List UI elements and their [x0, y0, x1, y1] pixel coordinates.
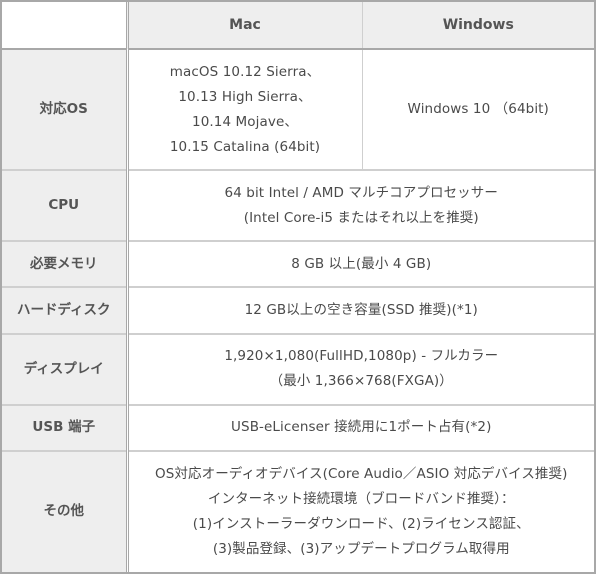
other-line: (3)製品登録、(3)アップデートプログラム取得用 [212, 540, 510, 557]
memory-value: 8 GB 以上(最小 4 GB) [127, 241, 594, 289]
harddisk-value: 12 GB以上の空き容量(SSD 推奨)(*1) [127, 287, 594, 335]
display-value: 1,920×1,080(FullHD,1080p) - フルカラー （最小 1,… [127, 333, 594, 406]
cpu-value: 64 bit Intel / AMD マルチコアプロセッサー (Intel Co… [127, 170, 594, 243]
row-label-os: 対応OS [2, 49, 129, 172]
os-mac-line: 10.13 High Sierra、 [178, 88, 312, 105]
usb-value: USB-eLicenser 接続用に1ポート占有(*2) [127, 404, 594, 452]
spec-grid: Mac Windows 対応OS macOS 10.12 Sierra、 10.… [2, 2, 594, 572]
header-windows: Windows [362, 2, 594, 50]
cpu-line: 64 bit Intel / AMD マルチコアプロセッサー [224, 184, 498, 201]
header-corner-cell [2, 2, 129, 50]
row-label-display: ディスプレイ [2, 333, 129, 406]
os-mac-value: macOS 10.12 Sierra、 10.13 High Sierra、 1… [127, 49, 363, 172]
header-row: Mac Windows [2, 2, 594, 50]
row-usb: USB 端子 USB-eLicenser 接続用に1ポート占有(*2) [2, 404, 594, 452]
usb-line: USB-eLicenser 接続用に1ポート占有(*2) [231, 419, 492, 436]
system-requirements-table: Mac Windows 対応OS macOS 10.12 Sierra、 10.… [0, 0, 596, 574]
cpu-line: (Intel Core-i5 またはそれ以上を推奨) [243, 209, 479, 226]
row-label-memory: 必要メモリ [2, 241, 129, 289]
harddisk-line: 12 GB以上の空き容量(SSD 推奨)(*1) [244, 301, 478, 318]
display-line: （最小 1,366×768(FXGA)） [269, 373, 453, 390]
os-mac-line: macOS 10.12 Sierra、 [169, 63, 321, 80]
other-line: (1)インストーラーダウンロード、(2)ライセンス認証、 [192, 515, 530, 532]
other-line: OS対応オーディオデバイス(Core Audio／ASIO 対応デバイス推奨) [155, 465, 568, 482]
row-other: その他 OS対応オーディオデバイス(Core Audio／ASIO 対応デバイス… [2, 450, 594, 572]
row-label-usb: USB 端子 [2, 404, 129, 452]
other-value: OS対応オーディオデバイス(Core Audio／ASIO 対応デバイス推奨) … [127, 451, 594, 572]
os-mac-line: 10.14 Mojave、 [192, 113, 298, 130]
os-windows-value: Windows 10 （64bit) [362, 49, 594, 172]
row-os: 対応OS macOS 10.12 Sierra、 10.13 High Sier… [2, 49, 594, 172]
os-mac-line: 10.15 Catalina (64bit) [169, 138, 321, 155]
row-cpu: CPU 64 bit Intel / AMD マルチコアプロセッサー (Inte… [2, 170, 594, 243]
header-mac: Mac [127, 2, 363, 50]
row-memory: 必要メモリ 8 GB 以上(最小 4 GB) [2, 241, 594, 289]
other-line: インターネット接続環境（ブロードバンド推奨）： [207, 490, 515, 507]
display-line: 1,920×1,080(FullHD,1080p) - フルカラー [224, 348, 499, 365]
row-label-other: その他 [2, 450, 129, 572]
row-label-harddisk: ハードディスク [2, 287, 129, 335]
row-label-cpu: CPU [2, 170, 129, 243]
row-display: ディスプレイ 1,920×1,080(FullHD,1080p) - フルカラー… [2, 333, 594, 406]
row-harddisk: ハードディスク 12 GB以上の空き容量(SSD 推奨)(*1) [2, 287, 594, 335]
memory-line: 8 GB 以上(最小 4 GB) [291, 255, 432, 272]
os-windows-line: Windows 10 （64bit) [407, 101, 549, 118]
